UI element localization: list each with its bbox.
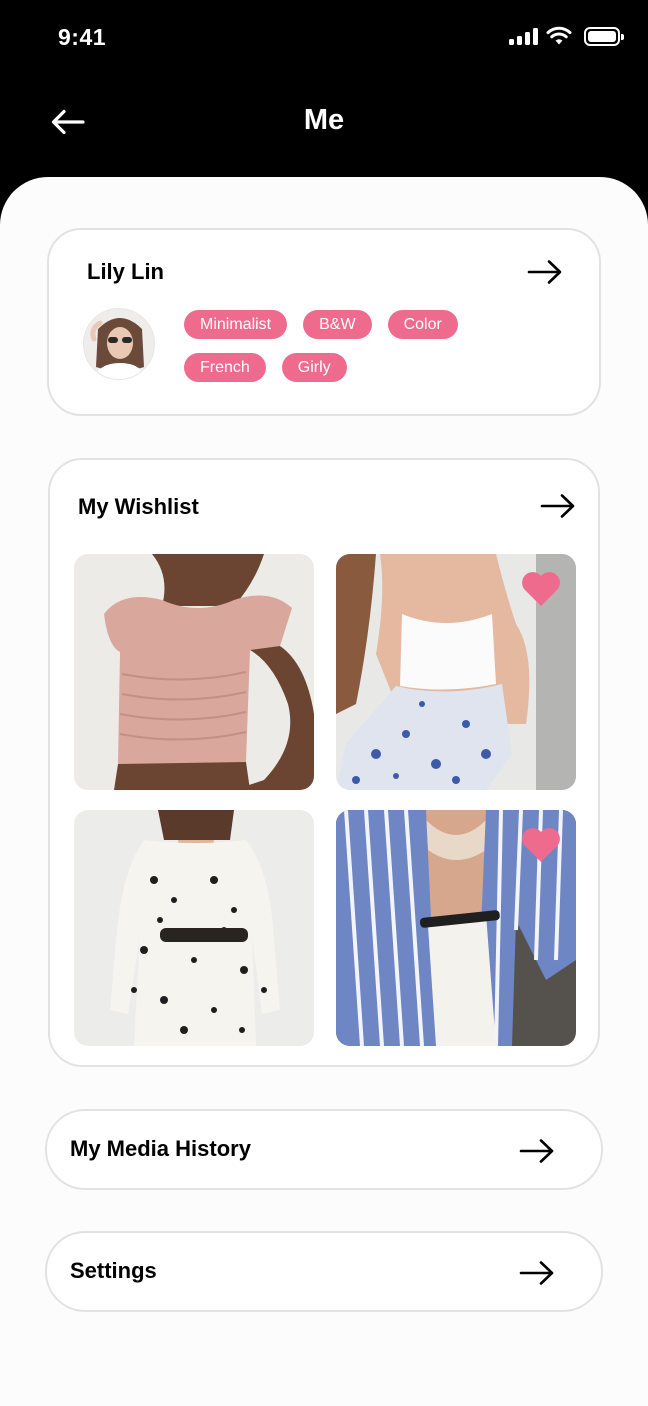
wishlist-item-pink-top[interactable] bbox=[74, 554, 314, 790]
wishlist-card: My Wishlist bbox=[48, 458, 600, 1067]
style-tag[interactable]: B&W bbox=[303, 310, 372, 339]
product-image bbox=[74, 554, 314, 790]
profile-name: Lily Lin bbox=[87, 259, 164, 284]
status-bar: 9:41 bbox=[0, 0, 648, 80]
wishlist-item-floral-dress[interactable] bbox=[74, 810, 314, 1046]
arrow-right-icon bbox=[540, 494, 575, 518]
wishlist-item-striped-shirt[interactable] bbox=[336, 810, 576, 1046]
heart-icon[interactable] bbox=[520, 824, 562, 864]
arrow-right-icon bbox=[519, 1139, 554, 1163]
media-history-open-button[interactable] bbox=[517, 1133, 557, 1169]
wishlist-open-button[interactable] bbox=[538, 488, 578, 524]
settings-row[interactable]: Settings bbox=[45, 1231, 603, 1312]
style-tag[interactable]: Girly bbox=[281, 353, 347, 382]
settings-open-button[interactable] bbox=[517, 1255, 557, 1291]
style-tag[interactable]: Minimalist bbox=[184, 310, 288, 339]
status-time: 9:41 bbox=[58, 24, 107, 50]
arrow-right-icon bbox=[519, 1261, 554, 1285]
product-image bbox=[74, 810, 314, 1046]
profile-card[interactable]: Lily Lin Minimalist B&W Color French Gir… bbox=[47, 228, 601, 416]
status-icons bbox=[509, 26, 624, 46]
style-tag[interactable]: French bbox=[184, 353, 266, 382]
nav-header: Me bbox=[0, 80, 648, 177]
tag-row: French Girly bbox=[184, 353, 514, 382]
signal-icon bbox=[509, 27, 538, 45]
style-tag[interactable]: Color bbox=[387, 310, 458, 339]
avatar bbox=[83, 308, 155, 380]
wifi-icon bbox=[546, 26, 572, 45]
wishlist-grid bbox=[74, 554, 576, 1046]
media-history-row[interactable]: My Media History bbox=[45, 1109, 603, 1190]
settings-label: Settings bbox=[70, 1258, 157, 1283]
style-tags: Minimalist B&W Color French Girly bbox=[184, 310, 514, 396]
content-sheet: Lily Lin Minimalist B&W Color French Gir… bbox=[0, 177, 648, 1406]
page-title: Me bbox=[303, 104, 345, 136]
battery-icon bbox=[584, 26, 624, 46]
wishlist-title: My Wishlist bbox=[78, 494, 199, 519]
arrow-right-icon bbox=[527, 260, 562, 284]
wishlist-item-white-tank[interactable] bbox=[336, 554, 576, 790]
profile-open-button[interactable] bbox=[525, 254, 565, 290]
tag-row: Minimalist B&W Color bbox=[184, 310, 514, 339]
media-history-label: My Media History bbox=[70, 1136, 251, 1161]
heart-icon[interactable] bbox=[520, 568, 562, 608]
